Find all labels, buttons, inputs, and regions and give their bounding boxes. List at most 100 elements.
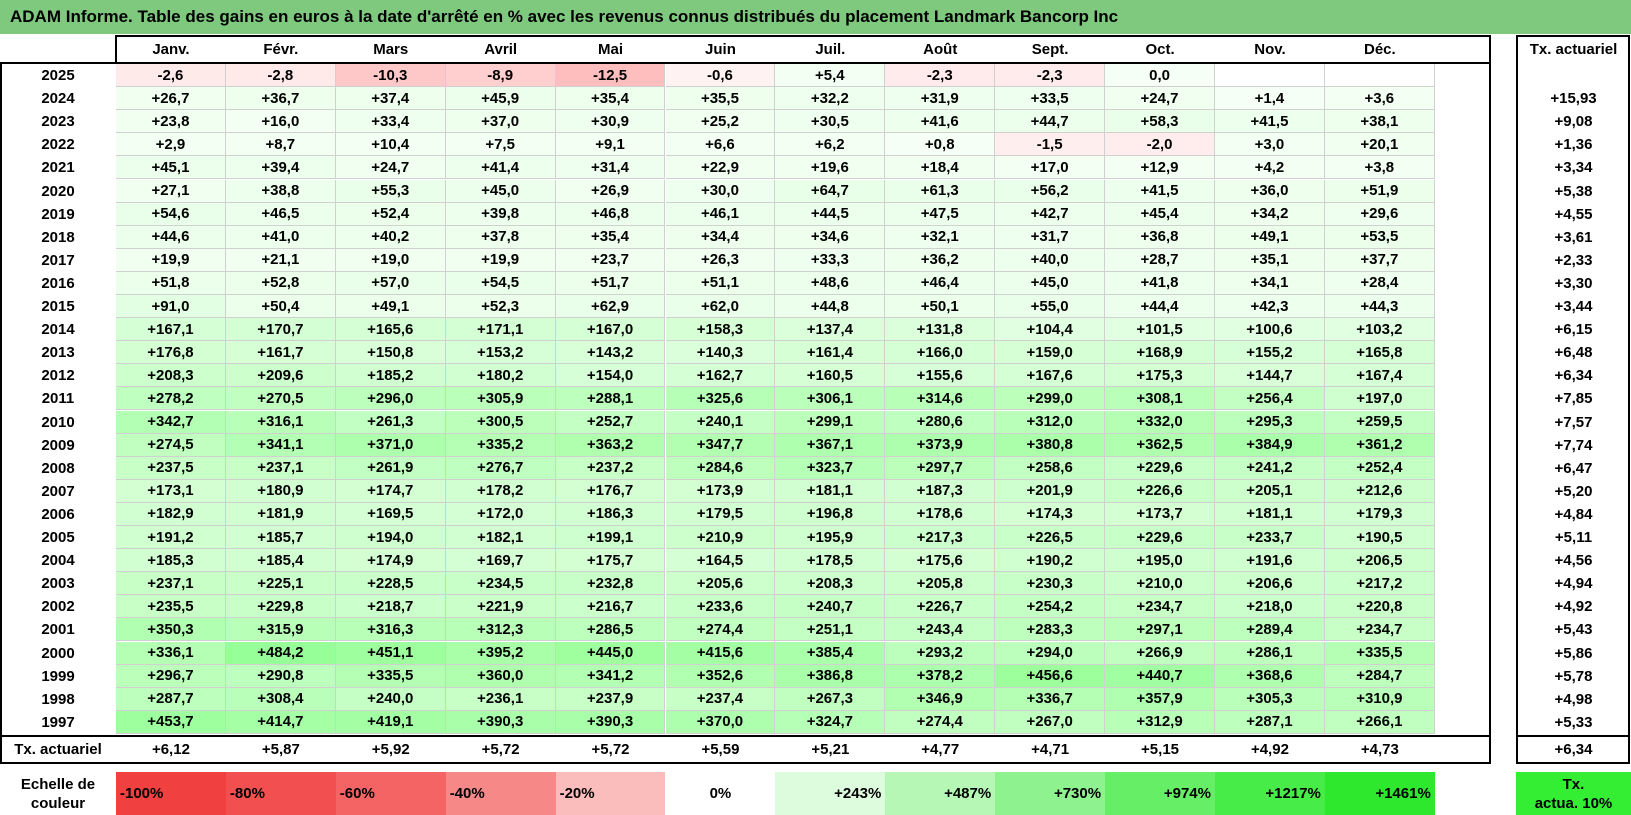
gain-cell: +31,9	[885, 87, 996, 111]
gain-cell: +160,5	[775, 364, 886, 388]
footer-rate-cell: +4,71	[1031, 740, 1070, 758]
gain-cell: +34,4	[665, 225, 776, 249]
gain-cell: +336,1	[116, 641, 226, 665]
gain-cell: +167,1	[116, 318, 226, 342]
gain-cell: +31,7	[995, 225, 1106, 249]
gain-cell: +176,7	[555, 479, 666, 503]
gain-cell: +45,0	[445, 179, 556, 203]
gain-cell: +16,0	[225, 110, 336, 134]
gain-cell: +217,3	[885, 526, 996, 550]
gain-cell: +390,3	[445, 710, 556, 734]
gain-cell: +57,0	[335, 271, 446, 295]
gain-cell: +185,2	[335, 364, 446, 388]
gain-cell: +12,9	[1105, 156, 1215, 180]
gain-cell: +37,8	[445, 225, 556, 249]
gain-cell: +234,5	[445, 572, 556, 596]
gain-cell: +445,0	[555, 641, 666, 665]
gain-cell: +254,2	[995, 595, 1106, 619]
gain-cell: +286,5	[555, 618, 666, 642]
gain-cell: -2,3	[885, 64, 996, 88]
gain-cell: +103,2	[1324, 318, 1435, 342]
gain-cell: -2,6	[116, 64, 226, 88]
gain-cell: +62,9	[555, 295, 666, 319]
gain-cell: +47,5	[885, 202, 996, 226]
annual-rate-cell: +6,34	[1554, 367, 1593, 385]
gain-cell: +232,8	[555, 572, 666, 596]
gain-cell: +34,6	[775, 225, 886, 249]
gain-cell: +41,8	[1105, 271, 1215, 295]
annual-rate-cell: +4,92	[1554, 598, 1593, 616]
gain-cell: +5,4	[775, 64, 886, 88]
gain-cell: +137,4	[775, 318, 886, 342]
gain-cell: +36,8	[1105, 225, 1215, 249]
gain-cell: -10,3	[335, 64, 446, 88]
gain-cell: +29,6	[1324, 202, 1435, 226]
gain-cell: +363,2	[555, 433, 666, 457]
gain-cell: +226,7	[885, 595, 996, 619]
footer-annual-rate: +6,34	[1554, 740, 1593, 758]
gain-cell: +240,7	[775, 595, 886, 619]
gain-cell: +4,2	[1215, 156, 1325, 180]
month-header: Oct.	[1145, 40, 1175, 58]
year-label: 2022	[41, 136, 75, 154]
gain-cell: +49,1	[335, 295, 446, 319]
gain-cell: +342,7	[116, 410, 226, 434]
gain-cell: +332,0	[1105, 410, 1215, 434]
gain-cell: +205,8	[885, 572, 996, 596]
table-row: 2002 +235,5 +229,8 +218,7 +221,9 +216,7 +233,6…	[0, 595, 1631, 619]
gain-cell: +290,8	[225, 664, 336, 688]
year-label: 2000	[41, 644, 75, 662]
gain-cell: +414,7	[225, 710, 336, 734]
table-row: 2025 -2,6 -2,8 -10,3 -8,9 -12,5 -0,6 +5,4 -2,3 -2…	[0, 64, 1631, 88]
footer-rate-cell: +5,59	[701, 740, 740, 758]
gain-cell: +274,4	[885, 710, 996, 734]
gain-cell: +174,3	[995, 502, 1106, 526]
gain-cell	[1324, 64, 1435, 88]
table-row: 2005 +191,2 +185,7 +194,0 +182,1 +199,1 +210,9…	[0, 526, 1631, 550]
color-scale-label-line1: Echelle de	[20, 775, 96, 793]
footer-rate-cell: +4,92	[1250, 740, 1289, 758]
gain-cell: +288,1	[555, 387, 666, 411]
gain-cell: +241,2	[1215, 456, 1325, 480]
color-scale-swatch: -60%	[335, 772, 446, 815]
gain-cell: +240,1	[665, 410, 776, 434]
gain-cell: +196,8	[775, 502, 886, 526]
gain-cell: +287,1	[1215, 710, 1325, 734]
gain-cell: +175,3	[1105, 364, 1215, 388]
gain-cell: +270,5	[225, 387, 336, 411]
annual-rate-cell: +4,55	[1554, 205, 1593, 223]
gain-cell: +2,9	[116, 133, 226, 157]
gain-cell: +45,0	[995, 271, 1106, 295]
table-row: 2013 +176,8 +161,7 +150,8 +153,2 +143,2 +140,3…	[0, 341, 1631, 365]
footer-rate-cell: +6,12	[151, 740, 190, 758]
gain-cell: +357,9	[1105, 687, 1215, 711]
gain-cell: +31,4	[555, 156, 666, 180]
year-label: 2010	[41, 413, 75, 431]
year-label: 2015	[41, 298, 75, 316]
gain-cell: +30,0	[665, 179, 776, 203]
year-label: 2008	[41, 459, 75, 477]
color-scale: Echelle de couleur Tx. actua. 10% -100% -80…	[0, 772, 1631, 815]
color-scale-label-line2: couleur	[30, 794, 86, 812]
gain-cell: +28,7	[1105, 248, 1215, 272]
gain-cell: +17,0	[995, 156, 1106, 180]
gain-cell: +287,7	[116, 687, 226, 711]
gain-cell: +217,2	[1324, 572, 1435, 596]
gain-cell: +34,2	[1215, 202, 1325, 226]
gain-cell: +206,6	[1215, 572, 1325, 596]
gain-cell: +194,0	[335, 526, 446, 550]
gain-cell: -1,5	[995, 133, 1106, 157]
report-title: ADAM Informe. Table des gains en euros à…	[0, 0, 1631, 34]
gain-cell: +55,0	[995, 295, 1106, 319]
gain-cell: +20,1	[1324, 133, 1435, 157]
gain-cell: +37,4	[335, 87, 446, 111]
gain-cell: 0,0	[1105, 64, 1215, 88]
gain-cell: -2,3	[995, 64, 1106, 88]
gain-cell: +173,1	[116, 479, 226, 503]
gain-cell: +41,5	[1105, 179, 1215, 203]
gain-cell: +41,5	[1215, 110, 1325, 134]
gain-cell: +154,0	[555, 364, 666, 388]
gain-cell: +161,4	[775, 341, 886, 365]
gain-cell: +166,0	[885, 341, 996, 365]
header-row: Janv. Févr. Mars Avril Mai Juin Juil. Août Sept.…	[0, 35, 1631, 63]
